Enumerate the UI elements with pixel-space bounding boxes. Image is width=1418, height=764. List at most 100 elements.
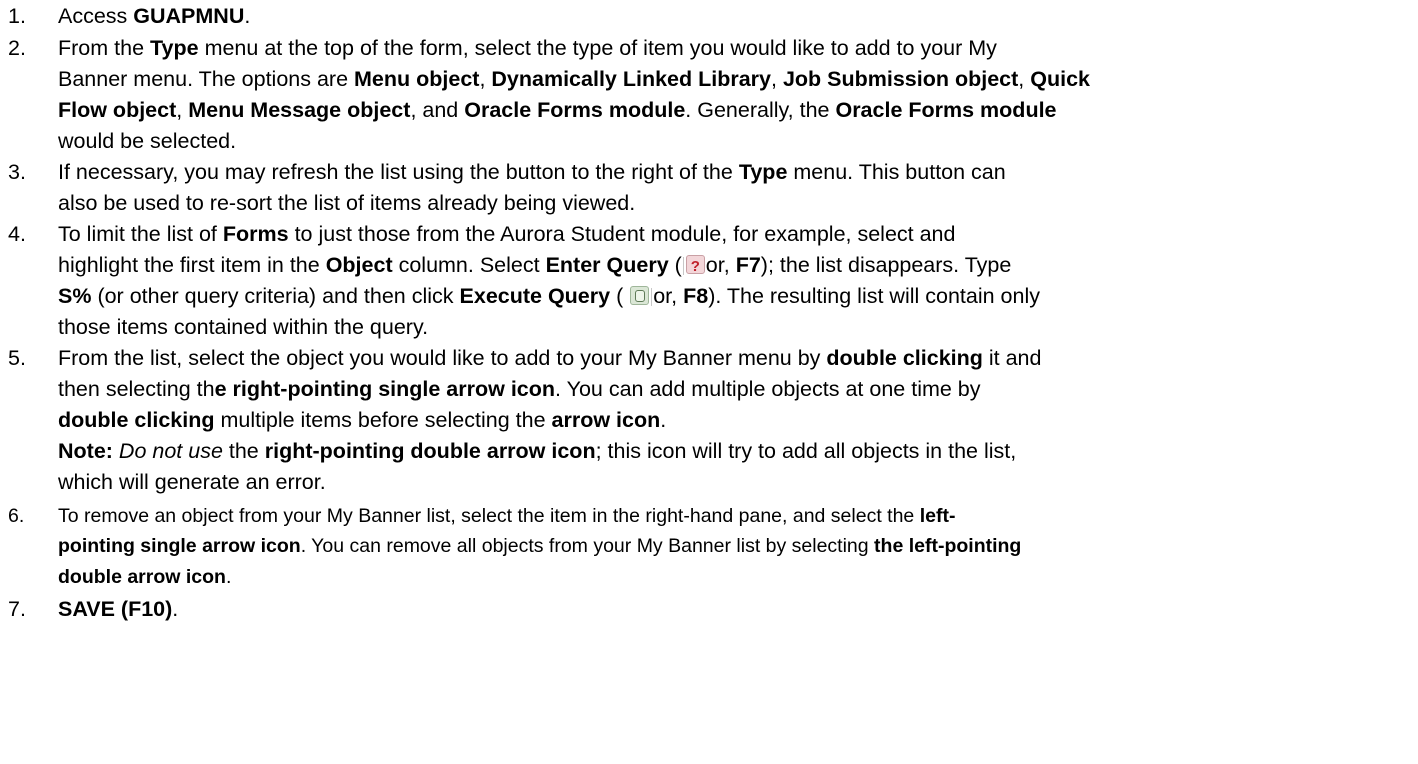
- bold-text: pointing single arrow icon: [58, 535, 301, 557]
- bold-text: Flow object: [58, 98, 177, 122]
- bold-text: double clicking: [58, 408, 215, 432]
- text-run: From the list, select the object you wou…: [58, 346, 827, 370]
- list-item-text-line: double arrow icon.: [58, 563, 231, 591]
- text-run: the: [222, 439, 265, 463]
- bold-text: Dynamically Linked Library: [491, 67, 771, 91]
- list-item-text-line: If necessary, you may refresh the list u…: [58, 158, 1006, 186]
- bold-text: the left-pointing: [874, 535, 1022, 557]
- text-run: .: [660, 408, 667, 432]
- bold-text: Job Submission object: [782, 67, 1019, 91]
- bold-text: Menu Message object: [188, 98, 411, 122]
- list-item-text-line: To remove an object from your My Banner …: [58, 502, 955, 530]
- list-item-text-line: To limit the list of Forms to just those…: [58, 220, 955, 248]
- text-run: Access: [58, 4, 134, 28]
- bold-text: Enter Query: [545, 253, 669, 277]
- text-run: .: [225, 566, 232, 588]
- list-item-number: 3.: [8, 160, 26, 184]
- text-run: ); the list disappears. Type: [760, 253, 1012, 277]
- text-run: ; this icon will try to add all objects …: [595, 439, 1017, 463]
- text-run: it and: [982, 346, 1042, 370]
- list-item-text-line: From the list, select the object you wou…: [58, 344, 1041, 372]
- italic-text: Do not use: [118, 439, 223, 463]
- text-run: Banner menu. The options are: [58, 67, 355, 91]
- bold-text: e right-pointing single arrow icon: [214, 377, 556, 401]
- bold-text: right-pointing double arrow icon: [264, 439, 596, 463]
- list-item-number: 1.: [8, 4, 26, 28]
- bold-text: Quick: [1030, 67, 1090, 91]
- bold-text: SAVE (F10): [58, 597, 173, 621]
- text-run: ). The resulting list will contain only: [708, 284, 1040, 308]
- bold-text: F7: [735, 253, 761, 277]
- text-run: multiple items before selecting the: [214, 408, 552, 432]
- bold-text: Menu object: [354, 67, 480, 91]
- list-item-text-line: From the Type menu at the top of the for…: [58, 34, 997, 62]
- text-run: .: [172, 597, 179, 621]
- text-run: To remove an object from your My Banner …: [58, 505, 920, 527]
- list-item-number: 4.: [8, 222, 26, 246]
- text-run: ,: [176, 98, 189, 122]
- bold-text: arrow icon: [551, 408, 661, 432]
- list-item-text-line: pointing single arrow icon. You can remo…: [58, 532, 1021, 560]
- bold-text: Execute Query: [459, 284, 611, 308]
- bold-text: Forms: [222, 222, 289, 246]
- text-run: . You can add multiple objects at one ti…: [555, 377, 981, 401]
- bold-text: Type: [738, 160, 788, 184]
- list-item-text-line: then selecting the right-pointing single…: [58, 375, 981, 403]
- bold-text: Type: [150, 36, 199, 60]
- execute-query-icon: [629, 284, 653, 308]
- bold-text: S%: [58, 284, 92, 308]
- list-item-text-line: Access GUAPMNU.: [58, 2, 250, 30]
- list-item-number: 7.: [8, 597, 26, 621]
- text-run: would be selected.: [58, 129, 237, 153]
- text-run: menu. This button can: [787, 160, 1006, 184]
- text-run: those items contained within the query.: [58, 315, 429, 339]
- list-item-text-line: those items contained within the query.: [58, 313, 428, 341]
- list-item-text-line: S% (or other query criteria) and then cl…: [58, 282, 1040, 310]
- text-run: . You can remove all objects from your M…: [300, 535, 875, 557]
- text-run: . Generally, the: [685, 98, 836, 122]
- bold-text: Oracle Forms module: [835, 98, 1057, 122]
- text-run: then selecting th: [58, 377, 215, 401]
- list-item-text-line: would be selected.: [58, 127, 236, 155]
- list-item-text-line: SAVE (F10).: [58, 595, 178, 623]
- list-item-text-line: double clicking multiple items before se…: [58, 406, 666, 434]
- text-run: highlight the first item in the: [58, 253, 326, 277]
- list-item-text-line: which will generate an error.: [58, 468, 326, 496]
- list-item-number: 6.: [8, 505, 25, 527]
- text-run: (or other query criteria) and then click: [91, 284, 460, 308]
- bold-text: double clicking: [826, 346, 983, 370]
- enter-query-icon: [682, 253, 706, 281]
- text-run: column. Select: [392, 253, 546, 277]
- text-run: ,: [479, 67, 492, 91]
- bold-text: double arrow icon: [58, 566, 226, 588]
- bold-text: Note:: [58, 439, 113, 463]
- text-run: ,: [1018, 67, 1031, 91]
- list-item-text-line: Banner menu. The options are Menu object…: [58, 65, 1090, 93]
- list-item-number: 2.: [8, 36, 26, 60]
- text-run: From the: [58, 36, 150, 60]
- text-run: , and: [410, 98, 465, 122]
- text-run: (: [668, 253, 682, 277]
- text-run: If necessary, you may refresh the list u…: [58, 160, 739, 184]
- text-run: ,: [771, 67, 783, 91]
- text-run: menu at the top of the form, select the …: [198, 36, 997, 60]
- bold-text: F8: [683, 284, 709, 308]
- text-run: To limit the list of: [58, 222, 223, 246]
- list-item-text-line: also be used to re-sort the list of item…: [58, 189, 635, 217]
- text-run: .: [244, 4, 251, 28]
- list-item-text-line: highlight the first item in the Object c…: [58, 251, 1012, 281]
- text-run: which will generate an error.: [58, 470, 326, 494]
- list-item-number: 5.: [8, 346, 26, 370]
- text-run: to just those from the Aurora Student mo…: [288, 222, 956, 246]
- bold-text: Object: [325, 253, 393, 277]
- text-run: (: [610, 284, 630, 308]
- instruction-document: 1. Access GUAPMNU. 2. From the Type menu at…: [0, 0, 1418, 764]
- bold-text: Oracle Forms module: [464, 98, 686, 122]
- list-item-text-line: Note: Do not use the right-pointing doub…: [58, 437, 1016, 465]
- text-run: or,: [705, 253, 736, 277]
- list-item-text-line: Flow object, Menu Message object, and Or…: [58, 96, 1057, 124]
- bold-text: left-: [919, 505, 956, 527]
- text-run: also be used to re-sort the list of item…: [58, 191, 636, 215]
- bold-text: GUAPMNU: [133, 4, 245, 28]
- text-run: or,: [653, 284, 684, 308]
